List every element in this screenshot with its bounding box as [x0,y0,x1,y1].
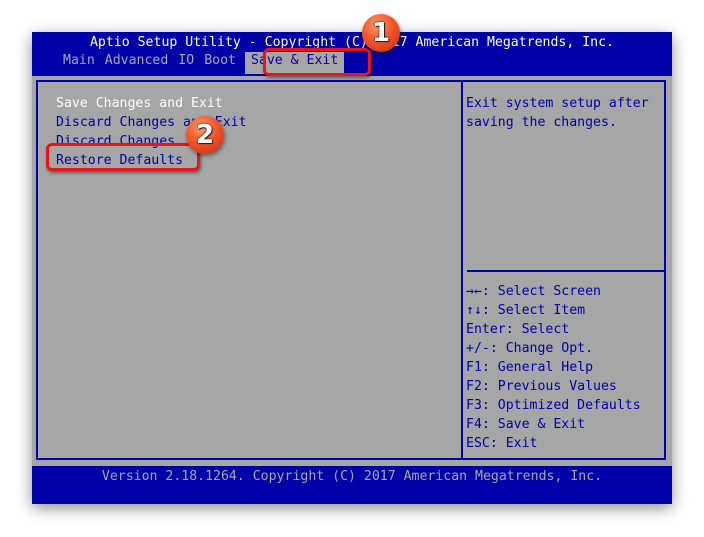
key-f3-defaults: F3: Optimized Defaults [466,398,641,413]
tab-io[interactable]: IO [173,52,199,74]
vertical-divider [461,82,463,458]
key-legend: →←: Select Screen ↑↓: Select Item Enter:… [466,282,641,453]
tab-advanced[interactable]: Advanced [100,52,174,74]
footer-bar: Version 2.18.1264. Copyright (C) 2017 Am… [32,466,672,504]
annotation-highlight-restore-defaults [46,143,200,171]
key-esc-exit: ESC: Exit [466,436,538,451]
bios-screen: Aptio Setup Utility - Copyright (C) 2017… [32,32,672,504]
tab-main[interactable]: Main [58,52,100,74]
horizontal-divider [467,270,664,272]
key-f1-help: F1: General Help [466,360,594,375]
key-select-screen: →←: Select Screen [466,284,601,299]
version-text: Version 2.18.1264. Copyright (C) 2017 Am… [101,469,603,484]
key-change-opt: +/-: Change Opt. [466,341,594,356]
annotation-badge-2: 2 [186,116,224,154]
key-select-item: ↑↓: Select Item [466,303,586,318]
content-frame: Save Changes and Exit Discard Changes an… [36,80,666,460]
key-enter-select: Enter: Select [466,322,570,337]
annotation-highlight-save-exit-tab [263,48,371,76]
menu-item-save-changes-and-exit[interactable]: Save Changes and Exit [56,94,247,113]
tab-boot[interactable]: Boot [199,52,241,74]
annotation-badge-1: 1 [362,14,400,52]
key-f4-save-exit: F4: Save & Exit [466,417,586,432]
help-text: Exit system setup after saving the chang… [466,96,649,130]
key-f2-previous: F2: Previous Values [466,379,617,394]
